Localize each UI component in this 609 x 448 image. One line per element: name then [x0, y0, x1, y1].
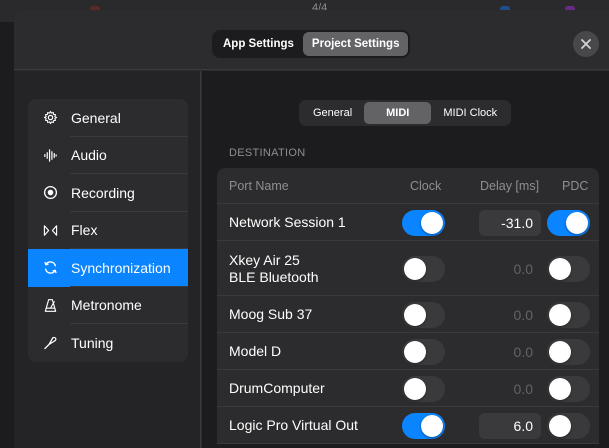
settings-header: App Settings Project Settings [14, 10, 609, 70]
waveform-icon [42, 147, 58, 163]
table-row: Model D 0.0 [217, 333, 599, 370]
toggle-knob [549, 303, 571, 326]
subtab-midi[interactable]: MIDI [364, 102, 432, 124]
clock-toggle[interactable] [402, 375, 445, 402]
tab-app-settings[interactable]: App Settings [214, 32, 303, 56]
pdc-toggle[interactable] [547, 412, 590, 439]
pdc-toggle[interactable] [547, 301, 590, 328]
table-row: Moog Sub 37 0.0 [217, 296, 599, 333]
tab-project-settings[interactable]: Project Settings [302, 32, 409, 56]
toggle-knob [549, 414, 571, 437]
delay-field[interactable]: 0.0 [479, 256, 541, 282]
tuning-fork-icon [42, 335, 58, 351]
port-name: DrumComputer [229, 380, 325, 396]
port-name: Xkey Air 25 BLE Bluetooth [229, 251, 319, 285]
metronome-icon [42, 297, 58, 313]
settings-scope-control: App Settings Project Settings [212, 30, 411, 58]
toggle-knob [404, 303, 426, 326]
sidebar-item-label: Audio [71, 147, 107, 164]
subtab-midi-clock[interactable]: MIDI Clock [431, 102, 509, 124]
sidebar-item-label: Tuning [71, 334, 114, 351]
delay-field[interactable]: 0.0 [479, 302, 541, 328]
close-button[interactable] [573, 31, 599, 57]
column-header-clock: Clock [410, 179, 442, 193]
column-header-delay: Delay [ms] [480, 179, 540, 193]
column-header-pdc: PDC [562, 179, 589, 193]
pdc-toggle[interactable] [547, 209, 590, 236]
subtab-general[interactable]: General [301, 102, 364, 124]
table-row: Logic Pro Virtual Out 6.0 [217, 407, 599, 444]
destination-table: Port Name Clock Delay [ms] PDC Network S… [217, 168, 599, 444]
delay-field[interactable]: -31.0 [479, 209, 541, 236]
table-body: Network Session 1 -31.0 Xkey Air 25 BLE Bl… [217, 204, 599, 444]
toggle-knob [404, 340, 426, 363]
section-label: DESTINATION [229, 147, 306, 159]
toggle-knob [549, 257, 571, 280]
sidebar-item-tuning[interactable]: Tuning [28, 324, 188, 362]
toggle-knob [404, 377, 426, 400]
close-icon [581, 39, 591, 49]
column-header-port: Port Name [229, 179, 289, 193]
sidebar: General Audio Recording Flex Synchroniza… [14, 71, 201, 448]
toggle-knob [549, 377, 571, 400]
port-name: Model D [229, 343, 282, 359]
toggle-knob [549, 340, 571, 363]
sync-icon [42, 260, 58, 276]
sidebar-item-metronome[interactable]: Metronome [28, 287, 188, 325]
pdc-toggle[interactable] [547, 255, 590, 282]
gear-icon [42, 110, 58, 126]
table-row: Network Session 1 -31.0 [217, 204, 599, 241]
sidebar-item-flex[interactable]: Flex [28, 212, 188, 250]
table-row: Xkey Air 25 BLE Bluetooth 0.0 [217, 241, 599, 296]
flex-icon [42, 222, 58, 238]
sidebar-item-label: Flex [71, 222, 98, 239]
sidebar-item-label: Recording [71, 184, 135, 201]
pdc-toggle[interactable] [547, 375, 590, 402]
delay-field[interactable]: 0.0 [479, 339, 541, 365]
sync-section-control: General MIDI MIDI Clock [299, 100, 512, 126]
clock-toggle[interactable] [402, 338, 445, 365]
sidebar-item-label: General [71, 109, 121, 126]
table-header: Port Name Clock Delay [ms] PDC [217, 168, 599, 204]
toggle-knob [404, 257, 426, 280]
delay-field[interactable]: 0.0 [479, 376, 541, 402]
record-icon [42, 185, 58, 201]
port-name: Network Session 1 [229, 214, 346, 230]
clock-toggle[interactable] [402, 412, 445, 439]
sidebar-list: General Audio Recording Flex Synchroniza… [28, 99, 188, 362]
toggle-knob [421, 211, 443, 234]
sidebar-item-recording[interactable]: Recording [28, 174, 188, 212]
port-name: Moog Sub 37 [229, 306, 313, 322]
clock-toggle[interactable] [402, 209, 445, 236]
settings-content: General MIDI MIDI Clock DESTINATION Port… [202, 71, 609, 448]
pdc-toggle[interactable] [547, 338, 590, 365]
toggle-knob [421, 414, 443, 437]
delay-field[interactable]: 6.0 [479, 412, 541, 439]
port-name: Logic Pro Virtual Out [229, 417, 358, 433]
clock-toggle[interactable] [402, 255, 445, 282]
sidebar-item-general[interactable]: General [28, 99, 188, 137]
settings-sheet: App Settings Project Settings General Au… [14, 10, 609, 448]
sidebar-item-audio[interactable]: Audio [28, 137, 188, 175]
sidebar-item-label: Synchronization [71, 259, 171, 276]
sidebar-item-synchronization[interactable]: Synchronization [28, 249, 188, 287]
clock-toggle[interactable] [402, 301, 445, 328]
table-row: DrumComputer 0.0 [217, 370, 599, 407]
toggle-knob [566, 211, 588, 234]
sidebar-item-label: Metronome [71, 297, 142, 314]
